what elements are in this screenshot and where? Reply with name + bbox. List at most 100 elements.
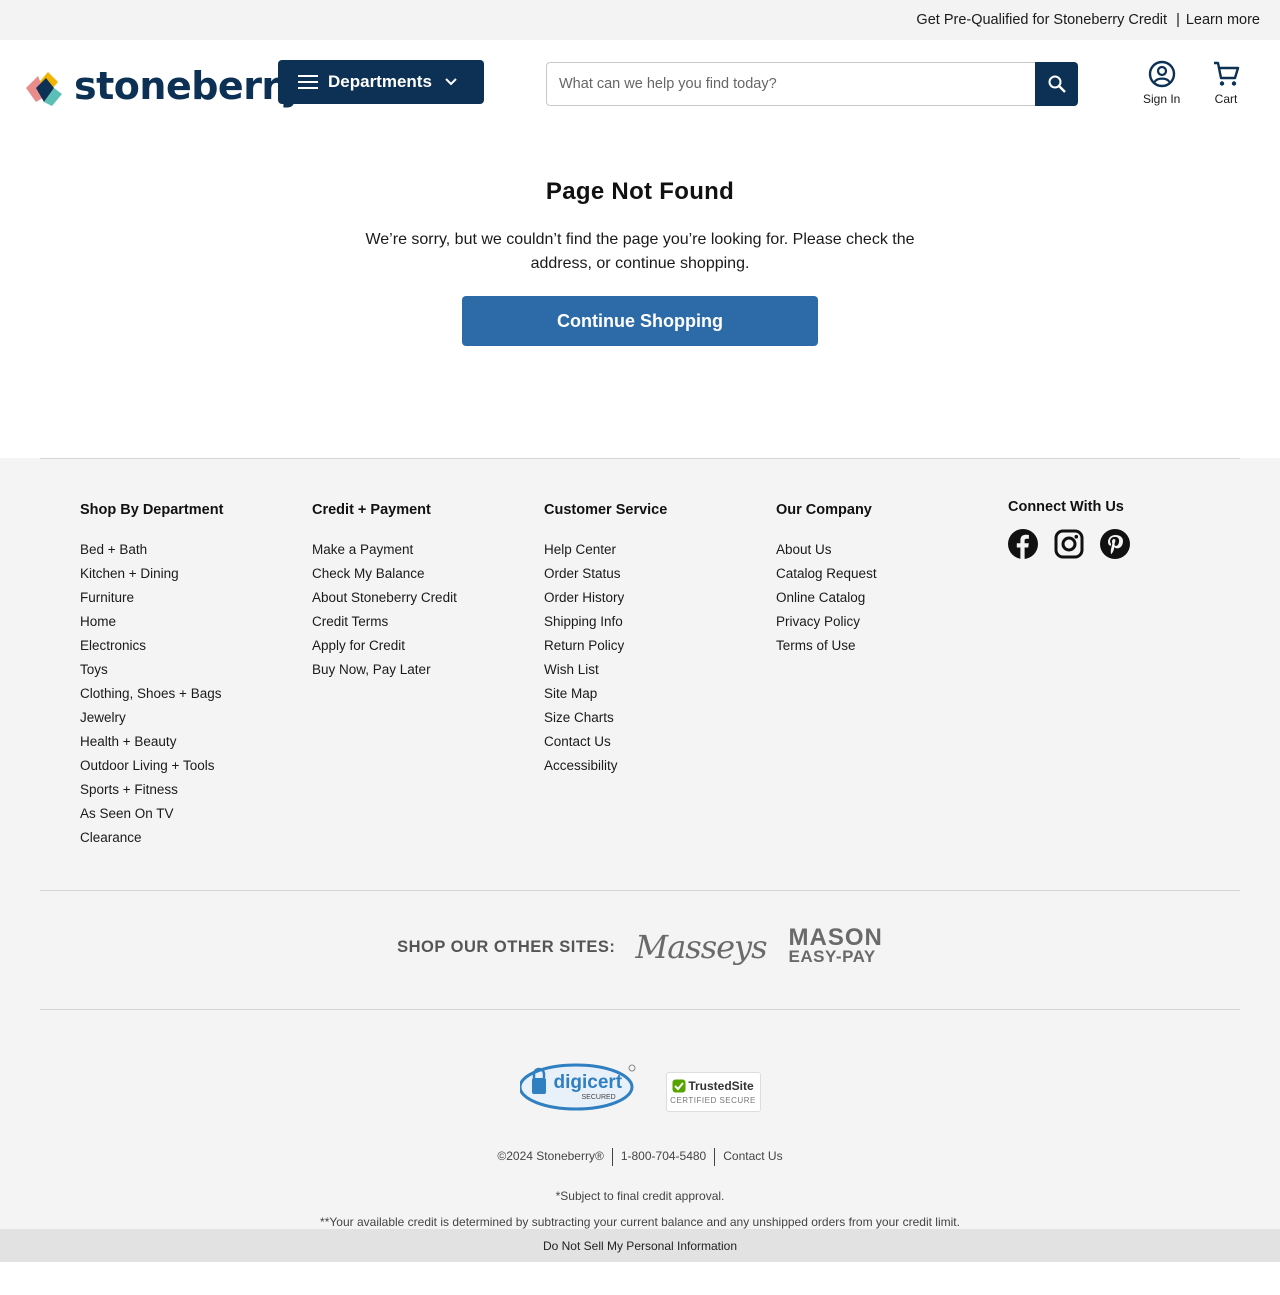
footer-col-title: Connect With Us xyxy=(1008,499,1124,515)
copyright: ©2024 Stoneberry® xyxy=(497,1149,604,1163)
footer-link[interactable]: Jewelry xyxy=(80,706,223,730)
security-badges: digicert SECURED TrustedSite CERTIFIED S… xyxy=(0,1062,1280,1112)
menu-icon xyxy=(298,75,318,89)
digicert-text: digicert xyxy=(553,1072,623,1093)
footer-link[interactable]: Apply for Credit xyxy=(312,634,457,658)
contact-us-link[interactable]: Contact Us xyxy=(715,1149,790,1166)
promo-separator: | xyxy=(1176,12,1180,28)
footer-col-connect: Connect With Us xyxy=(1008,499,1130,559)
trustedsite-title: TrustedSite xyxy=(672,1079,754,1093)
footer-link[interactable]: Furniture xyxy=(80,586,223,610)
footer-col-company: Our Company About Us Catalog Request Onl… xyxy=(776,502,877,658)
footer-link[interactable]: Shipping Info xyxy=(544,610,667,634)
pinterest-icon[interactable] xyxy=(1100,529,1130,559)
error-message: We’re sorry, but we couldn’t find the pa… xyxy=(365,231,915,272)
footer-link[interactable]: Buy Now, Pay Later xyxy=(312,658,457,682)
digicert-subtext: SECURED xyxy=(581,1094,616,1101)
sign-in-link[interactable]: Sign In xyxy=(1143,60,1180,106)
search-button[interactable] xyxy=(1035,62,1078,106)
footer-link[interactable]: Wish List xyxy=(544,658,667,682)
footer-link[interactable]: Electronics xyxy=(80,634,223,658)
footer-col-title: Customer Service xyxy=(544,502,668,518)
search-bar xyxy=(546,62,1078,106)
footer-link[interactable]: As Seen On TV xyxy=(80,802,223,826)
masseys-logo[interactable]: Masseys xyxy=(635,928,767,966)
instagram-icon[interactable] xyxy=(1054,529,1084,559)
footer-link[interactable]: Help Center xyxy=(544,538,667,562)
credit-limit-note: **Your available credit is determined by… xyxy=(320,1215,960,1229)
stoneberry-logo[interactable]: stoneberry xyxy=(24,64,304,108)
footer-link[interactable]: About Us xyxy=(776,538,877,562)
chevron-down-icon xyxy=(445,78,457,86)
footer-col-customer-service: Customer Service Help Center Order Statu… xyxy=(544,502,667,778)
footer-divider xyxy=(40,458,1240,459)
footer-link[interactable]: Credit Terms xyxy=(312,610,457,634)
footer-link[interactable]: About Stoneberry Credit xyxy=(312,586,457,610)
footer-link[interactable]: Accessibility xyxy=(544,754,667,778)
footer-link[interactable]: Health + Beauty xyxy=(80,730,223,754)
footer-link[interactable]: Catalog Request xyxy=(776,562,877,586)
continue-shopping-button[interactable]: Continue Shopping xyxy=(462,296,818,346)
footer-link[interactable]: Online Catalog xyxy=(776,586,877,610)
cart-link[interactable]: Cart xyxy=(1211,60,1241,106)
footer-link[interactable]: Terms of Use xyxy=(776,634,877,658)
mason-logo-line2: EASY-PAY xyxy=(788,947,876,966)
footer-col-credit: Credit + Payment Make a Payment Check My… xyxy=(312,502,457,682)
footer-link[interactable]: Bed + Bath xyxy=(80,538,223,562)
do-not-sell-link[interactable]: Do Not Sell My Personal Information xyxy=(0,1229,1280,1262)
footer-col-departments: Shop By Department Bed + Bath Kitchen + … xyxy=(80,502,223,850)
footer-link[interactable]: Size Charts xyxy=(544,706,667,730)
footer-col-title: Our Company xyxy=(776,502,872,518)
footer-link[interactable]: Toys xyxy=(80,658,223,682)
mason-logo-line1: MASON xyxy=(788,924,883,951)
promo-bar: Get Pre-Qualified for Stoneberry Credit … xyxy=(0,0,1280,40)
footer-divider xyxy=(40,1009,1240,1010)
footer-link[interactable]: Outdoor Living + Tools xyxy=(80,754,223,778)
check-icon xyxy=(672,1079,686,1093)
legal-links: ©2024 Stoneberry® 1-800-704-5480 Contact… xyxy=(0,1148,1280,1166)
footer-link[interactable]: Return Policy xyxy=(544,634,667,658)
trustedsite-badge[interactable]: TrustedSite CERTIFIED SECURE xyxy=(665,1072,761,1112)
footer-link[interactable]: Contact Us xyxy=(544,730,667,754)
site-header: stoneberry Departments Sign In xyxy=(0,40,1280,128)
logo-text: stoneberry xyxy=(74,64,304,108)
footer-link[interactable]: Site Map xyxy=(544,682,667,706)
footer-link[interactable]: Privacy Policy xyxy=(776,610,877,634)
trustedsite-text: TrustedSite xyxy=(688,1079,754,1093)
other-sites-label: SHOP OUR OTHER SITES: xyxy=(397,937,616,956)
search-icon xyxy=(1048,75,1066,93)
main-content: Page Not Found We’re sorry, but we could… xyxy=(0,128,1280,458)
departments-label: Departments xyxy=(328,72,432,91)
footer-col-title: Shop By Department xyxy=(80,502,224,518)
learn-more-link[interactable]: Learn more xyxy=(1186,12,1260,28)
footer-link[interactable]: Clearance xyxy=(80,826,223,850)
search-input[interactable] xyxy=(546,62,1035,106)
other-sites: SHOP OUR OTHER SITES: Masseys MASON EASY… xyxy=(0,924,1280,967)
footer-link[interactable]: Home xyxy=(80,610,223,634)
departments-button[interactable]: Departments xyxy=(278,60,484,104)
digicert-badge[interactable]: digicert SECURED xyxy=(518,1062,636,1112)
sign-in-label: Sign In xyxy=(1143,92,1181,106)
facebook-icon[interactable] xyxy=(1008,529,1038,559)
phone-link[interactable]: 1-800-704-5480 xyxy=(613,1149,714,1166)
social-links xyxy=(1008,529,1130,559)
user-icon xyxy=(1148,60,1175,88)
footer-link[interactable]: Order History xyxy=(544,586,667,610)
cart-label: Cart xyxy=(1214,92,1238,106)
credit-note: *Subject to final credit approval. xyxy=(555,1189,725,1203)
mason-easy-pay-logo[interactable]: MASON EASY-PAY xyxy=(788,924,883,967)
footer-link[interactable]: Sports + Fitness xyxy=(80,778,223,802)
footer-link[interactable]: Order Status xyxy=(544,562,667,586)
site-footer: Shop By Department Bed + Bath Kitchen + … xyxy=(0,458,1280,1262)
footer-link[interactable]: Clothing, Shoes + Bags xyxy=(80,682,223,706)
page-title: Page Not Found xyxy=(545,178,735,205)
logo-mark-icon xyxy=(26,72,62,106)
footer-link[interactable]: Check My Balance xyxy=(312,562,457,586)
footer-link[interactable]: Make a Payment xyxy=(312,538,457,562)
trustedsite-subtext: CERTIFIED SECURE xyxy=(670,1096,756,1105)
footer-link[interactable]: Kitchen + Dining xyxy=(80,562,223,586)
footer-divider xyxy=(40,890,1240,891)
cart-icon xyxy=(1214,61,1240,86)
footer-col-title: Credit + Payment xyxy=(312,502,431,518)
promo-text[interactable]: Get Pre-Qualified for Stoneberry Credit xyxy=(916,12,1167,28)
